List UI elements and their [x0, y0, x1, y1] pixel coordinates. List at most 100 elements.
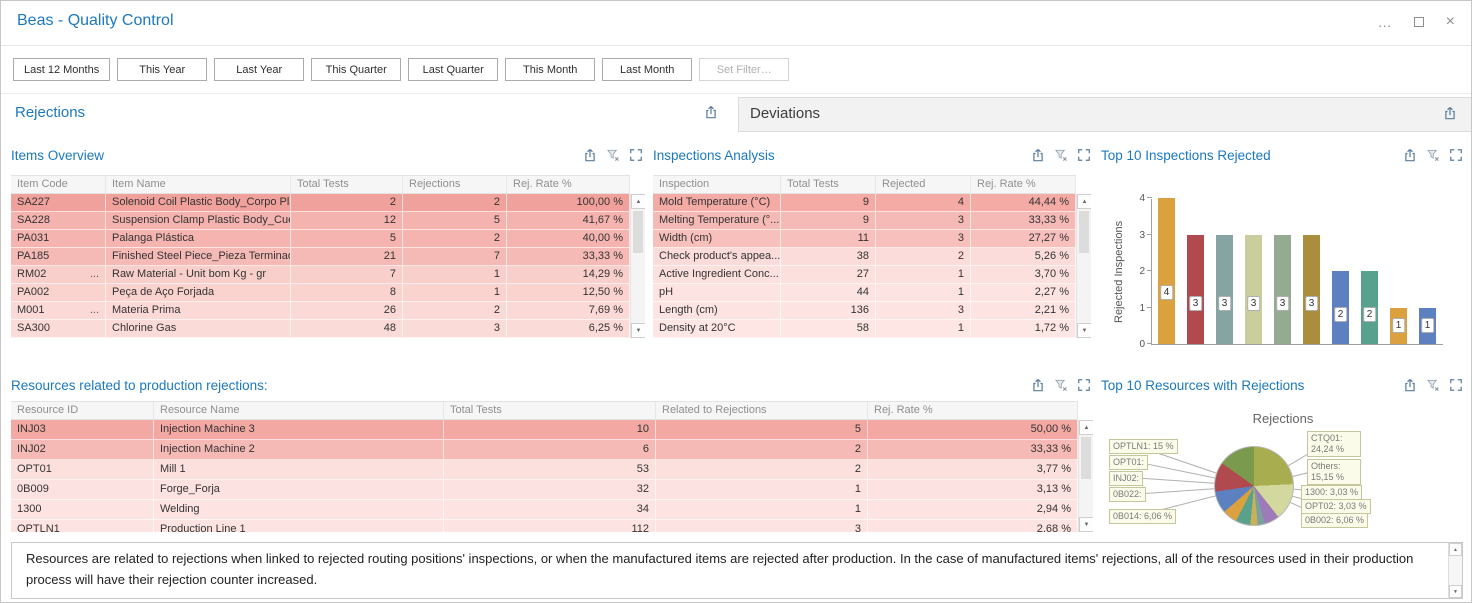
- bar[interactable]: 3: [1274, 235, 1291, 345]
- export-icon[interactable]: [704, 105, 718, 119]
- items-row[interactable]: PA185Finished Steel Piece_Pieza Terminad…: [11, 248, 630, 266]
- items-row[interactable]: SA227Solenoid Coil Plastic Body_Corpo Pl…: [11, 194, 630, 212]
- items-row[interactable]: PA031Palanga Plástica5240,00 %: [11, 230, 630, 248]
- resources-scrollbar[interactable]: ▲ ▼: [1078, 420, 1093, 532]
- inspections-row[interactable]: Melting Temperature (°...9333,33 %: [653, 212, 1076, 230]
- items-row[interactable]: M001...Materia Prima2627,69 %: [11, 302, 630, 320]
- pie-callout-label[interactable]: Others: 15,15 %: [1307, 459, 1361, 485]
- column-header[interactable]: Rej. Rate %: [868, 402, 1078, 419]
- expand-icon[interactable]: [1449, 378, 1463, 392]
- inspections-row[interactable]: pH4412,27 %: [653, 284, 1076, 302]
- filter-button[interactable]: Last Month: [602, 58, 692, 81]
- export-icon[interactable]: [1403, 148, 1417, 162]
- column-header[interactable]: Rej. Rate %: [971, 176, 1076, 193]
- tab-deviations[interactable]: Deviations: [738, 97, 1471, 132]
- filter-icon[interactable]: [1054, 378, 1068, 392]
- filter-icon[interactable]: [1054, 148, 1068, 162]
- pie-callout-label[interactable]: INJ02:: [1109, 471, 1143, 486]
- filter-button[interactable]: This Month: [505, 58, 595, 81]
- inspections-row[interactable]: Active Ingredient Conc...2713,70 %: [653, 266, 1076, 284]
- pie-callout-label[interactable]: OPT02: 3,03 %: [1301, 499, 1371, 514]
- maximize-button[interactable]: [1414, 9, 1424, 35]
- filter-button[interactable]: Last Quarter: [408, 58, 498, 81]
- items-row[interactable]: PA002Peça de Aço Forjada8112,50 %: [11, 284, 630, 302]
- inspections-row[interactable]: Density at 20°C5811,72 %: [653, 320, 1076, 338]
- export-icon[interactable]: [1031, 148, 1045, 162]
- filter-icon[interactable]: [1426, 148, 1440, 162]
- items-row[interactable]: SA228Suspension Clamp Plastic Body_Cue..…: [11, 212, 630, 230]
- column-header[interactable]: Rejections: [403, 176, 507, 193]
- column-header[interactable]: Total Tests: [444, 402, 656, 419]
- scroll-thumb[interactable]: [633, 211, 643, 253]
- scroll-thumb[interactable]: [1081, 437, 1091, 479]
- items-row[interactable]: RM02...Raw Material - Unit bom Kg - gr71…: [11, 266, 630, 284]
- pie[interactable]: [1214, 446, 1294, 526]
- column-header[interactable]: Resource Name: [154, 402, 444, 419]
- bar[interactable]: 4: [1158, 198, 1175, 344]
- resources-row[interactable]: OPT01Mill 15323,77 %: [11, 460, 1078, 480]
- bar[interactable]: 1: [1419, 308, 1436, 345]
- bar[interactable]: 3: [1216, 235, 1233, 345]
- scroll-thumb[interactable]: [1079, 211, 1089, 253]
- pie-callout-label[interactable]: 0B014: 6,06 %: [1109, 509, 1176, 524]
- column-header[interactable]: Resource ID: [11, 402, 154, 419]
- scroll-up-icon[interactable]: ▲: [1077, 194, 1091, 209]
- resources-row[interactable]: OPTLN1Production Line 111232,68 %: [11, 520, 1078, 532]
- inspections-scrollbar[interactable]: ▲ ▼: [1076, 194, 1091, 338]
- expand-icon[interactable]: [1077, 148, 1091, 162]
- bar[interactable]: 3: [1187, 235, 1204, 345]
- scroll-down-icon[interactable]: ▼: [631, 323, 645, 338]
- pie-callout-label[interactable]: OPT01:: [1109, 455, 1148, 470]
- resources-row[interactable]: 0B009Forge_Forja3213,13 %: [11, 480, 1078, 500]
- filter-icon[interactable]: [1426, 378, 1440, 392]
- column-header[interactable]: Rejected: [876, 176, 971, 193]
- pie-callout-label[interactable]: 0B002: 6,06 %: [1301, 513, 1368, 528]
- filter-button[interactable]: Last 12 Months: [13, 58, 110, 81]
- close-button[interactable]: ×: [1446, 9, 1455, 35]
- scroll-up-icon[interactable]: ▲: [1079, 420, 1093, 435]
- scroll-up-icon[interactable]: ▲: [631, 194, 645, 209]
- filter-button[interactable]: This Year: [117, 58, 207, 81]
- filter-button[interactable]: Last Year: [214, 58, 304, 81]
- expand-icon[interactable]: [1449, 148, 1463, 162]
- column-header[interactable]: Total Tests: [781, 176, 876, 193]
- filter-button[interactable]: This Quarter: [311, 58, 401, 81]
- bar[interactable]: 3: [1303, 235, 1320, 345]
- pie-callout-label[interactable]: CTQ01: 24,24 %: [1307, 431, 1361, 457]
- column-header[interactable]: Total Tests: [291, 176, 403, 193]
- expand-icon[interactable]: [1077, 378, 1091, 392]
- set-filter-button[interactable]: Set Filter…: [699, 58, 789, 81]
- resources-row[interactable]: 1300Welding3412,94 %: [11, 500, 1078, 520]
- scroll-up-icon[interactable]: ▲: [1449, 543, 1462, 556]
- export-icon[interactable]: [1403, 378, 1417, 392]
- column-header[interactable]: Rej. Rate %: [507, 176, 630, 193]
- export-icon[interactable]: [1443, 106, 1457, 120]
- inspections-row[interactable]: Length (cm)13632,21 %: [653, 302, 1076, 320]
- items-scrollbar[interactable]: ▲ ▼: [630, 194, 645, 338]
- expand-icon[interactable]: [629, 148, 643, 162]
- pie-callout-label[interactable]: OPTLN1: 15 %: [1109, 439, 1178, 454]
- column-header[interactable]: Item Name: [106, 176, 291, 193]
- filter-icon[interactable]: [606, 148, 620, 162]
- note-scrollbar[interactable]: ▲ ▼: [1448, 543, 1462, 598]
- scroll-down-icon[interactable]: ▼: [1077, 323, 1091, 338]
- tab-rejections[interactable]: Rejections: [1, 97, 738, 132]
- more-options-icon[interactable]: …: [1378, 9, 1392, 35]
- inspections-row[interactable]: Mold Temperature (°C)9444,44 %: [653, 194, 1076, 212]
- resources-row[interactable]: INJ03Injection Machine 310550,00 %: [11, 420, 1078, 440]
- scroll-down-icon[interactable]: ▼: [1449, 585, 1462, 598]
- column-header[interactable]: Item Code: [11, 176, 106, 193]
- scroll-down-icon[interactable]: ▼: [1079, 517, 1093, 532]
- bar[interactable]: 1: [1390, 308, 1407, 345]
- column-header[interactable]: Related to Rejections: [656, 402, 868, 419]
- inspections-row[interactable]: Check product's appea...3825,26 %: [653, 248, 1076, 266]
- bar[interactable]: 2: [1332, 271, 1349, 344]
- items-row[interactable]: SA300Chlorine Gas4836,25 %: [11, 320, 630, 338]
- export-icon[interactable]: [583, 148, 597, 162]
- column-header[interactable]: Inspection: [653, 176, 781, 193]
- export-icon[interactable]: [1031, 378, 1045, 392]
- pie-callout-label[interactable]: 1300: 3,03 %: [1301, 485, 1362, 500]
- inspections-row[interactable]: Width (cm)11327,27 %: [653, 230, 1076, 248]
- resources-row[interactable]: INJ02Injection Machine 26233,33 %: [11, 440, 1078, 460]
- bar[interactable]: 3: [1245, 235, 1262, 345]
